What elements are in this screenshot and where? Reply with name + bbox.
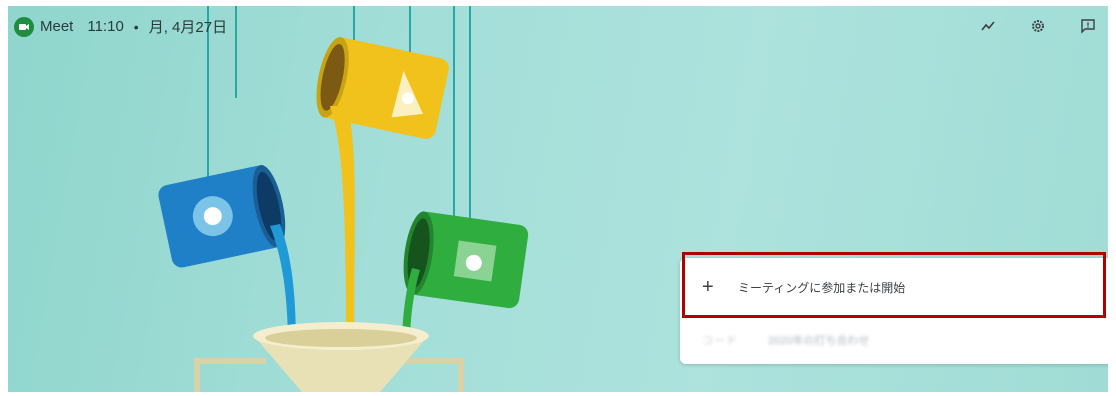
current-time: 11:10 (87, 18, 124, 35)
recent-meeting-item[interactable]: コード 2020年の打ち合わせ (680, 324, 1108, 356)
highlight-box (682, 252, 1106, 318)
current-date: 月, 4月27日 (148, 19, 228, 36)
trend-line-icon (981, 21, 995, 31)
paint-cans-illustration (158, 6, 529, 392)
activity-button[interactable] (978, 16, 998, 36)
brand: Meet 11:10 • 月, 4月27日 (14, 16, 227, 37)
green-paint-can (403, 211, 529, 309)
google-meet-logo-icon[interactable] (14, 16, 34, 37)
top-bar: Meet 11:10 • 月, 4月27日 (8, 6, 1108, 46)
app-name: Meet (40, 18, 74, 35)
feedback-icon (1081, 19, 1095, 34)
recent-meeting-code: コード (702, 335, 738, 347)
recent-meeting-name: 2020年の打ち合わせ (768, 335, 870, 347)
gear-icon (1032, 20, 1044, 32)
funnel (194, 322, 464, 392)
yellow-paint-can (316, 37, 449, 139)
top-right-actions (978, 16, 1098, 36)
blue-paint-can (158, 165, 286, 268)
feedback-button[interactable] (1078, 16, 1098, 36)
separator-dot: • (133, 18, 139, 35)
settings-button[interactable] (1028, 16, 1048, 36)
meet-home-screen: Meet 11:10 • 月, 4月27日 + ミーティングに参加または開始 コ… (8, 6, 1108, 392)
